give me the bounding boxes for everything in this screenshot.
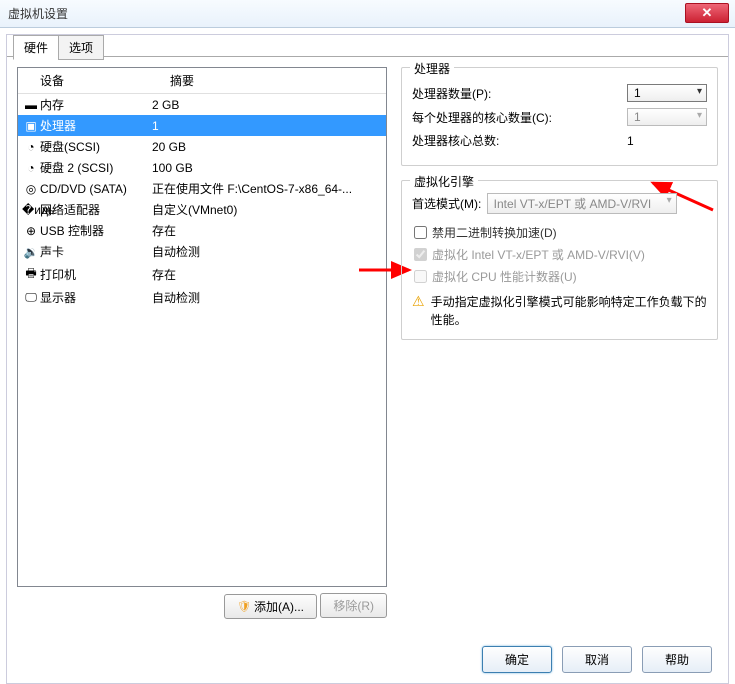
device-summary: 自动检测 (152, 289, 382, 306)
cpu-cores-label: 每个处理器的核心数量(C): (412, 109, 627, 126)
device-icon: ▣ (22, 119, 40, 133)
hardware-list-header: 设备 摘要 (18, 68, 386, 94)
hardware-panel: 设备 摘要 ▬内存2 GB▣处理器1◔硬盘(SCSI)20 GB◔硬盘 2 (S… (17, 67, 387, 627)
device-summary: 自动检测 (152, 243, 382, 260)
device-name: 硬盘 2 (SCSI) (40, 159, 152, 176)
footer-buttons: 确定 取消 帮助 (482, 646, 712, 673)
device-summary: 20 GB (152, 140, 382, 154)
device-icon: ◎ (22, 182, 40, 196)
close-button[interactable]: ✕ (685, 3, 729, 23)
cancel-button[interactable]: 取消 (562, 646, 632, 673)
device-name: 网络适配器 (40, 201, 152, 218)
cpu-total-value: 1 (621, 134, 707, 148)
device-icon: 🖵 (22, 290, 40, 305)
col-device: 设备 (40, 72, 170, 89)
device-summary: 100 GB (152, 161, 382, 175)
device-name: 处理器 (40, 117, 152, 134)
hardware-row[interactable]: 🖵显示器自动检测 (18, 287, 386, 308)
cpu-count-select[interactable]: 1 (627, 84, 707, 102)
device-name: 声卡 (40, 243, 152, 260)
device-icon: 🔉 (22, 245, 40, 259)
processor-group-title: 处理器 (410, 60, 454, 77)
device-icon: ▬ (22, 98, 40, 112)
virtualize-counters-checkbox: 虚拟化 CPU 性能计数器(U) (414, 268, 707, 285)
help-button[interactable]: 帮助 (642, 646, 712, 673)
tab-options[interactable]: 选项 (58, 35, 104, 60)
titlebar: 虚拟机设置 ✕ (0, 0, 735, 28)
window-title: 虚拟机设置 (8, 5, 68, 22)
hardware-row[interactable]: ⊕USB 控制器存在 (18, 220, 386, 241)
remove-button: 移除(R) (320, 593, 387, 618)
hardware-row[interactable]: �идь网络适配器自定义(VMnet0) (18, 199, 386, 220)
device-icon: ◔ (22, 140, 40, 154)
hardware-row[interactable]: ▣处理器1 (18, 115, 386, 136)
hardware-row[interactable]: 🖶打印机存在 (18, 262, 386, 287)
device-summary: 存在 (152, 222, 382, 239)
device-icon: ◔ (22, 161, 40, 175)
details-panel: 处理器 处理器数量(P): 1 每个处理器的核心数量(C): 1 处理器核心总数… (387, 67, 718, 627)
device-name: CD/DVD (SATA) (40, 182, 152, 196)
hardware-row[interactable]: ◎CD/DVD (SATA)正在使用文件 F:\CentOS-7-x86_64-… (18, 178, 386, 199)
virtualization-group-title: 虚拟化引擎 (410, 173, 478, 190)
disable-binary-checkbox[interactable]: 禁用二进制转换加速(D) (414, 224, 707, 241)
device-summary: 2 GB (152, 98, 382, 112)
device-name: 显示器 (40, 289, 152, 306)
device-name: 内存 (40, 96, 152, 113)
shield-icon: 🛡 (237, 600, 251, 613)
cpu-cores-select: 1 (627, 108, 707, 126)
hardware-row[interactable]: 🔉声卡自动检测 (18, 241, 386, 262)
virtualize-vt-checkbox: 虚拟化 Intel VT-x/EPT 或 AMD-V/RVI(V) (414, 246, 707, 263)
device-summary: 自定义(VMnet0) (152, 201, 382, 218)
cpu-total-label: 处理器核心总数: (412, 132, 621, 149)
tab-bar: 硬件 选项 (13, 34, 103, 59)
warning-row: ⚠ 手动指定虚拟化引擎模式可能影响特定工作负载下的性能。 (412, 293, 707, 329)
dialog-body: 硬件 选项 设备 摘要 ▬内存2 GB▣处理器1◔硬盘(SCSI)20 GB◔硬… (6, 34, 729, 684)
preferred-mode-select: Intel VT-x/EPT 或 AMD-V/RVI (487, 193, 677, 214)
ok-button[interactable]: 确定 (482, 646, 552, 673)
cpu-count-label: 处理器数量(P): (412, 85, 627, 102)
tab-hardware[interactable]: 硬件 (13, 35, 59, 60)
device-name: 打印机 (40, 266, 152, 283)
device-name: USB 控制器 (40, 222, 152, 239)
add-button[interactable]: 🛡添加(A)... (224, 594, 317, 619)
device-name: 硬盘(SCSI) (40, 138, 152, 155)
device-icon: ⊕ (22, 224, 40, 238)
hardware-list[interactable]: 设备 摘要 ▬内存2 GB▣处理器1◔硬盘(SCSI)20 GB◔硬盘 2 (S… (17, 67, 387, 587)
device-icon: �идь (22, 203, 40, 217)
warning-icon: ⚠ (412, 293, 425, 329)
hardware-row[interactable]: ◔硬盘(SCSI)20 GB (18, 136, 386, 157)
hardware-row[interactable]: ▬内存2 GB (18, 94, 386, 115)
hardware-row[interactable]: ◔硬盘 2 (SCSI)100 GB (18, 157, 386, 178)
col-summary: 摘要 (170, 72, 382, 89)
virtualization-group: 虚拟化引擎 首选模式(M): Intel VT-x/EPT 或 AMD-V/RV… (401, 180, 718, 340)
processor-group: 处理器 处理器数量(P): 1 每个处理器的核心数量(C): 1 处理器核心总数… (401, 67, 718, 166)
preferred-mode-label: 首选模式(M): (412, 197, 481, 211)
device-summary: 1 (152, 119, 382, 133)
device-summary: 正在使用文件 F:\CentOS-7-x86_64-... (152, 180, 382, 197)
warning-text: 手动指定虚拟化引擎模式可能影响特定工作负载下的性能。 (431, 293, 707, 329)
device-summary: 存在 (152, 266, 382, 283)
device-icon: 🖶 (22, 264, 40, 285)
